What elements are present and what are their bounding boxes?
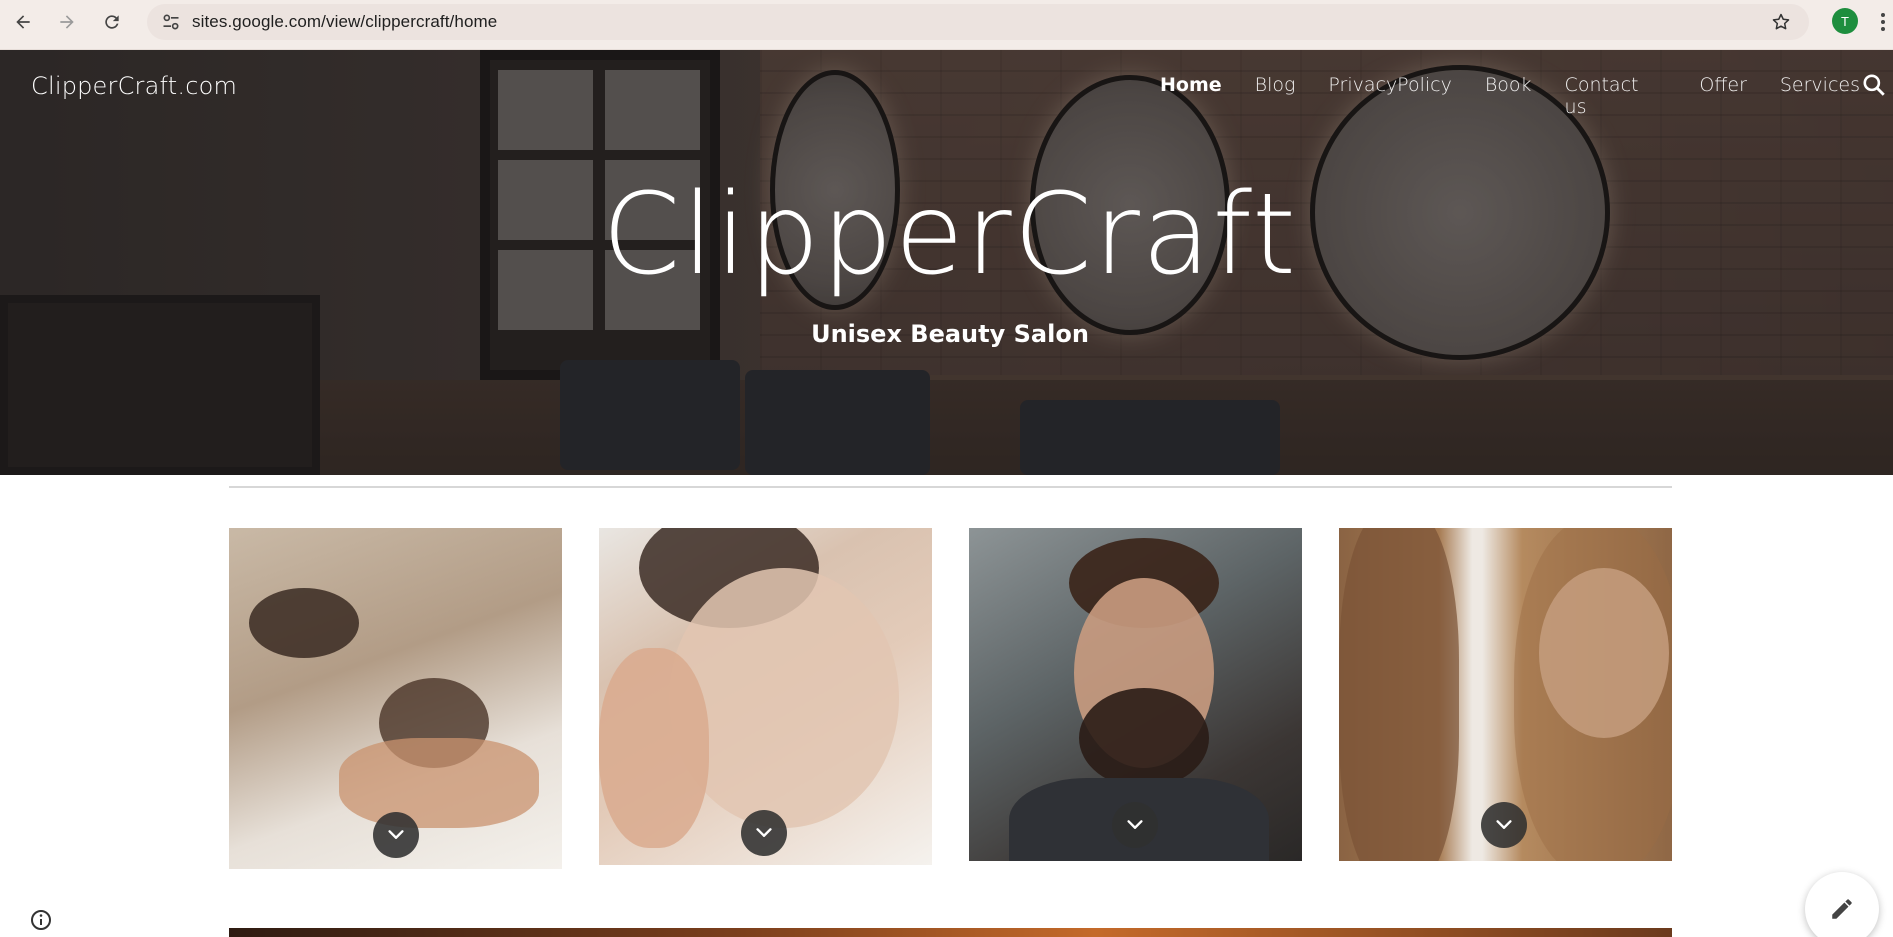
- pencil-icon: [1832, 899, 1852, 919]
- hair-photo-detail: [1339, 528, 1459, 861]
- expand-button[interactable]: [1481, 802, 1527, 848]
- expand-button[interactable]: [741, 810, 787, 856]
- search-icon[interactable]: [1861, 72, 1887, 98]
- hero-banner: ClipperCraft.com Home Blog PrivacyPolicy…: [0, 50, 1893, 475]
- nav-contact-us[interactable]: Contact us: [1565, 74, 1667, 118]
- site-logo[interactable]: ClipperCraft.com: [31, 72, 237, 100]
- site-nav: Home Blog PrivacyPolicy Book Contact us …: [1160, 74, 1893, 118]
- service-card-massage[interactable]: [229, 528, 562, 869]
- chevron-down-icon: [388, 830, 404, 839]
- massage-photo-detail: [249, 588, 359, 658]
- address-bar[interactable]: sites.google.com/view/clippercraft/home: [147, 4, 1809, 40]
- nav-home[interactable]: Home: [1160, 74, 1222, 118]
- nav-book[interactable]: Book: [1485, 74, 1532, 118]
- forward-arrow-icon: [60, 15, 74, 29]
- service-card-hair[interactable]: [1339, 528, 1672, 861]
- service-card-facial[interactable]: [599, 528, 932, 865]
- kebab-menu-icon[interactable]: [1876, 10, 1890, 34]
- reload-button[interactable]: [97, 7, 127, 37]
- facial-photo-detail: [599, 648, 709, 848]
- next-section-image: [229, 928, 1672, 937]
- expand-button[interactable]: [1112, 802, 1158, 848]
- chevron-down-icon: [1496, 820, 1512, 829]
- hero-subtitle: Unisex Beauty Salon: [811, 320, 1089, 348]
- info-icon[interactable]: [29, 908, 53, 932]
- edit-button[interactable]: [1805, 872, 1879, 937]
- service-card-beard[interactable]: [969, 528, 1302, 861]
- nav-services[interactable]: Services: [1780, 74, 1860, 118]
- site-info-icon[interactable]: [161, 12, 181, 32]
- chevron-down-icon: [756, 828, 772, 837]
- hair-photo-detail: [1514, 528, 1672, 861]
- massage-photo-detail: [339, 738, 539, 828]
- back-button[interactable]: [8, 7, 38, 37]
- browser-toolbar: sites.google.com/view/clippercraft/home …: [0, 0, 1893, 50]
- url-text[interactable]: sites.google.com/view/clippercraft/home: [192, 12, 497, 32]
- bookmark-star-icon[interactable]: [1771, 12, 1791, 32]
- back-arrow-icon: [16, 15, 30, 29]
- beard-photo-detail: [1079, 688, 1209, 788]
- expand-button[interactable]: [373, 812, 419, 858]
- forward-button[interactable]: [52, 7, 82, 37]
- nav-privacy-policy[interactable]: PrivacyPolicy: [1328, 74, 1451, 118]
- section-divider: [229, 486, 1672, 488]
- profile-avatar[interactable]: T: [1832, 8, 1858, 34]
- nav-blog[interactable]: Blog: [1255, 74, 1296, 118]
- reload-icon: [105, 15, 119, 29]
- chevron-down-icon: [1127, 820, 1143, 829]
- nav-offer[interactable]: Offer: [1699, 74, 1747, 118]
- hero-title: ClipperCraft: [602, 170, 1298, 300]
